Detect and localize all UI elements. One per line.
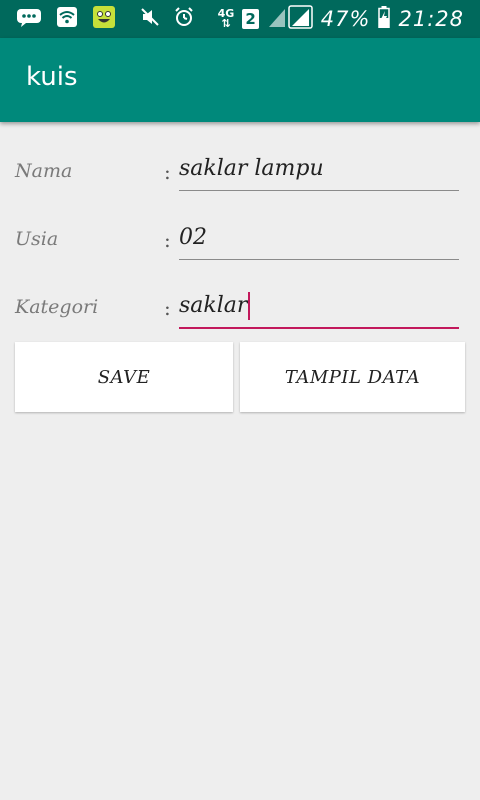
sim-slot-badge: 2	[242, 9, 259, 29]
chat-icon	[16, 6, 42, 32]
kategori-separator: :	[164, 296, 171, 320]
kategori-input-value: saklar	[179, 293, 248, 318]
wifi-icon	[56, 6, 78, 32]
save-button[interactable]: SAVE	[15, 342, 233, 412]
usia-label: Usia	[15, 228, 59, 250]
kategori-label: Kategori	[15, 296, 99, 318]
battery-percent: 47%	[320, 7, 371, 31]
battery-icon	[378, 6, 391, 32]
emoji-icon	[92, 5, 116, 33]
save-button-label: SAVE	[97, 366, 151, 388]
nama-separator: :	[164, 160, 171, 184]
nama-input[interactable]: saklar lampu	[179, 154, 459, 191]
text-cursor	[248, 292, 251, 320]
status-bar-right: 4G ⇅ 2 47% 21:28	[217, 5, 464, 33]
signal-icon	[267, 5, 313, 33]
status-bar: 4G ⇅ 2 47% 21:28	[0, 0, 480, 38]
show-data-button-label: TAMPIL DATA	[284, 366, 421, 388]
app-bar: kuis	[0, 38, 480, 122]
show-data-button[interactable]: TAMPIL DATA	[240, 342, 465, 412]
usia-separator: :	[164, 228, 171, 252]
usia-input-value: 02	[179, 225, 207, 250]
app-title: kuis	[26, 62, 78, 92]
mute-icon	[140, 7, 160, 31]
usia-input[interactable]: 02	[179, 223, 459, 260]
alarm-icon	[174, 7, 194, 31]
network-type: 4G ⇅	[217, 7, 235, 30]
nama-input-value: saklar lampu	[179, 156, 324, 181]
clock: 21:28	[398, 7, 464, 31]
nama-label: Nama	[15, 160, 73, 182]
status-bar-left	[16, 6, 194, 32]
kategori-input[interactable]: saklar	[179, 291, 459, 329]
